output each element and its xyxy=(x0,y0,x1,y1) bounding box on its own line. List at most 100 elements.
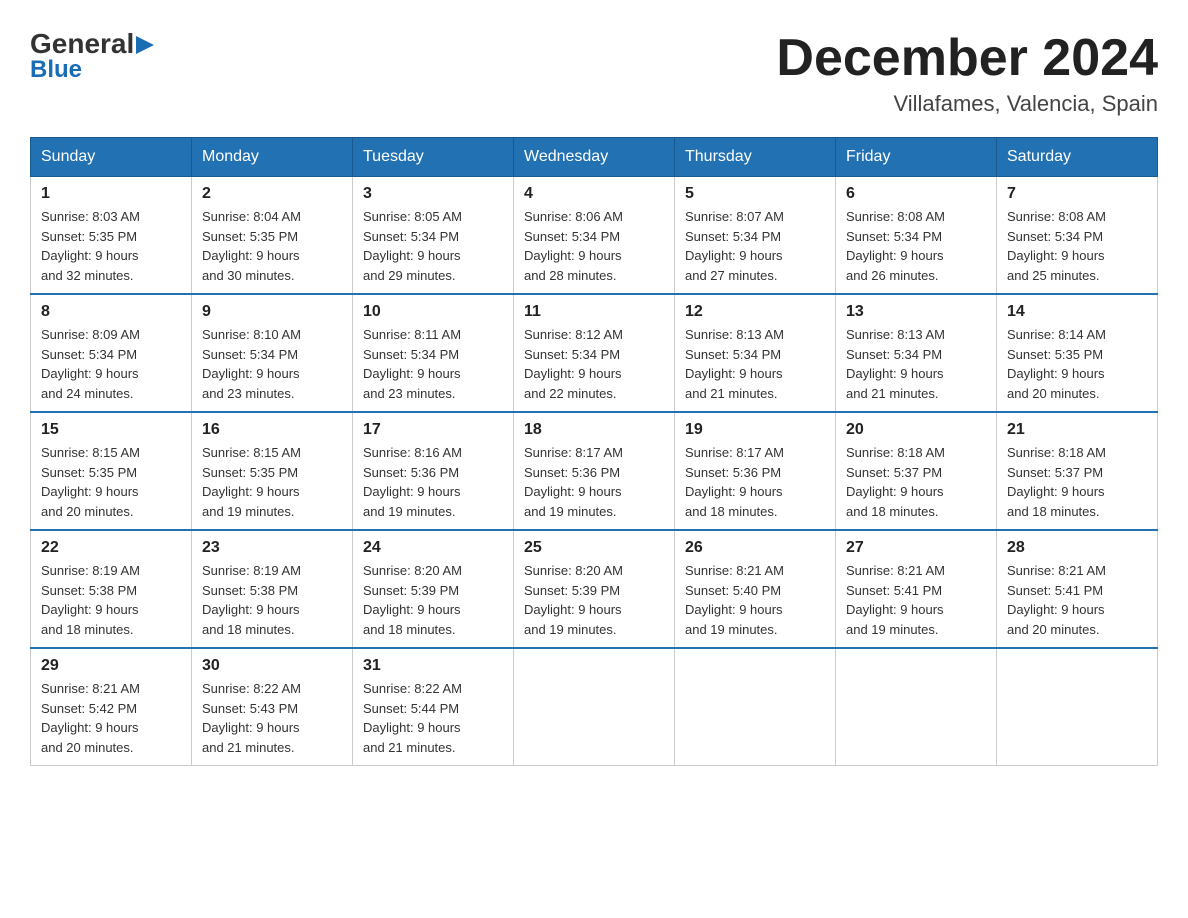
daylight-label: Daylight: 9 hours xyxy=(685,602,783,617)
sunrise-label: Sunrise: 8:11 AM xyxy=(363,327,461,342)
sunrise-label: Sunrise: 8:13 AM xyxy=(685,327,784,342)
sunset-label: Sunset: 5:34 PM xyxy=(202,347,298,362)
daylight-label: Daylight: 9 hours xyxy=(202,248,300,263)
day-number: 29 xyxy=(41,657,181,675)
table-row: 18 Sunrise: 8:17 AM Sunset: 5:36 PM Dayl… xyxy=(514,412,675,530)
table-row: 21 Sunrise: 8:18 AM Sunset: 5:37 PM Dayl… xyxy=(997,412,1158,530)
header-sunday: Sunday xyxy=(31,138,192,177)
table-row: 11 Sunrise: 8:12 AM Sunset: 5:34 PM Dayl… xyxy=(514,294,675,412)
daylight-label: Daylight: 9 hours xyxy=(846,248,944,263)
calendar-week-row: 29 Sunrise: 8:21 AM Sunset: 5:42 PM Dayl… xyxy=(31,648,1158,766)
sunrise-label: Sunrise: 8:20 AM xyxy=(524,563,623,578)
sunrise-label: Sunrise: 8:13 AM xyxy=(846,327,945,342)
day-number: 22 xyxy=(41,539,181,557)
table-row: 5 Sunrise: 8:07 AM Sunset: 5:34 PM Dayli… xyxy=(675,177,836,295)
sunrise-label: Sunrise: 8:04 AM xyxy=(202,209,301,224)
daylight-label: Daylight: 9 hours xyxy=(202,366,300,381)
day-info: Sunrise: 8:04 AM Sunset: 5:35 PM Dayligh… xyxy=(202,207,342,285)
daylight-label: Daylight: 9 hours xyxy=(1007,248,1105,263)
sunset-label: Sunset: 5:42 PM xyxy=(41,701,137,716)
day-info: Sunrise: 8:20 AM Sunset: 5:39 PM Dayligh… xyxy=(524,561,664,639)
daylight-label: Daylight: 9 hours xyxy=(363,720,461,735)
sunrise-label: Sunrise: 8:05 AM xyxy=(363,209,462,224)
day-number: 2 xyxy=(202,185,342,203)
day-info: Sunrise: 8:15 AM Sunset: 5:35 PM Dayligh… xyxy=(202,443,342,521)
table-row: 1 Sunrise: 8:03 AM Sunset: 5:35 PM Dayli… xyxy=(31,177,192,295)
day-number: 21 xyxy=(1007,421,1147,439)
calendar-week-row: 22 Sunrise: 8:19 AM Sunset: 5:38 PM Dayl… xyxy=(31,530,1158,648)
sunset-label: Sunset: 5:34 PM xyxy=(41,347,137,362)
day-info: Sunrise: 8:13 AM Sunset: 5:34 PM Dayligh… xyxy=(685,325,825,403)
sunrise-label: Sunrise: 8:15 AM xyxy=(202,445,301,460)
daylight-minutes: and 21 minutes. xyxy=(846,386,939,401)
day-number: 6 xyxy=(846,185,986,203)
table-row: 9 Sunrise: 8:10 AM Sunset: 5:34 PM Dayli… xyxy=(192,294,353,412)
day-number: 5 xyxy=(685,185,825,203)
day-info: Sunrise: 8:05 AM Sunset: 5:34 PM Dayligh… xyxy=(363,207,503,285)
day-info: Sunrise: 8:03 AM Sunset: 5:35 PM Dayligh… xyxy=(41,207,181,285)
day-info: Sunrise: 8:19 AM Sunset: 5:38 PM Dayligh… xyxy=(41,561,181,639)
table-row xyxy=(514,648,675,766)
daylight-label: Daylight: 9 hours xyxy=(202,602,300,617)
sunset-label: Sunset: 5:40 PM xyxy=(685,583,781,598)
table-row: 20 Sunrise: 8:18 AM Sunset: 5:37 PM Dayl… xyxy=(836,412,997,530)
day-info: Sunrise: 8:17 AM Sunset: 5:36 PM Dayligh… xyxy=(685,443,825,521)
table-row: 19 Sunrise: 8:17 AM Sunset: 5:36 PM Dayl… xyxy=(675,412,836,530)
day-info: Sunrise: 8:12 AM Sunset: 5:34 PM Dayligh… xyxy=(524,325,664,403)
sunset-label: Sunset: 5:38 PM xyxy=(202,583,298,598)
daylight-minutes: and 20 minutes. xyxy=(1007,622,1100,637)
day-info: Sunrise: 8:21 AM Sunset: 5:41 PM Dayligh… xyxy=(1007,561,1147,639)
calendar-week-row: 8 Sunrise: 8:09 AM Sunset: 5:34 PM Dayli… xyxy=(31,294,1158,412)
day-info: Sunrise: 8:14 AM Sunset: 5:35 PM Dayligh… xyxy=(1007,325,1147,403)
daylight-label: Daylight: 9 hours xyxy=(524,602,622,617)
logo-blue: Blue xyxy=(30,56,82,84)
sunset-label: Sunset: 5:37 PM xyxy=(846,465,942,480)
daylight-label: Daylight: 9 hours xyxy=(41,720,139,735)
sunset-label: Sunset: 5:37 PM xyxy=(1007,465,1103,480)
daylight-minutes: and 19 minutes. xyxy=(846,622,939,637)
daylight-label: Daylight: 9 hours xyxy=(524,484,622,499)
sunrise-label: Sunrise: 8:21 AM xyxy=(1007,563,1106,578)
title-block: December 2024 Villafames, Valencia, Spai… xyxy=(776,30,1158,117)
table-row: 26 Sunrise: 8:21 AM Sunset: 5:40 PM Dayl… xyxy=(675,530,836,648)
day-number: 24 xyxy=(363,539,503,557)
daylight-minutes: and 19 minutes. xyxy=(363,504,456,519)
day-number: 28 xyxy=(1007,539,1147,557)
sunrise-label: Sunrise: 8:09 AM xyxy=(41,327,140,342)
day-number: 20 xyxy=(846,421,986,439)
day-info: Sunrise: 8:19 AM Sunset: 5:38 PM Dayligh… xyxy=(202,561,342,639)
sunset-label: Sunset: 5:34 PM xyxy=(685,347,781,362)
day-info: Sunrise: 8:16 AM Sunset: 5:36 PM Dayligh… xyxy=(363,443,503,521)
sunset-label: Sunset: 5:35 PM xyxy=(202,465,298,480)
sunrise-label: Sunrise: 8:16 AM xyxy=(363,445,462,460)
sunset-label: Sunset: 5:41 PM xyxy=(1007,583,1103,598)
header-saturday: Saturday xyxy=(997,138,1158,177)
day-info: Sunrise: 8:13 AM Sunset: 5:34 PM Dayligh… xyxy=(846,325,986,403)
daylight-minutes: and 23 minutes. xyxy=(363,386,456,401)
day-number: 19 xyxy=(685,421,825,439)
daylight-label: Daylight: 9 hours xyxy=(524,366,622,381)
daylight-minutes: and 26 minutes. xyxy=(846,268,939,283)
day-info: Sunrise: 8:20 AM Sunset: 5:39 PM Dayligh… xyxy=(363,561,503,639)
day-number: 26 xyxy=(685,539,825,557)
sunset-label: Sunset: 5:43 PM xyxy=(202,701,298,716)
daylight-minutes: and 28 minutes. xyxy=(524,268,617,283)
sunset-label: Sunset: 5:36 PM xyxy=(685,465,781,480)
day-info: Sunrise: 8:06 AM Sunset: 5:34 PM Dayligh… xyxy=(524,207,664,285)
table-row: 16 Sunrise: 8:15 AM Sunset: 5:35 PM Dayl… xyxy=(192,412,353,530)
daylight-minutes: and 19 minutes. xyxy=(524,622,617,637)
day-info: Sunrise: 8:11 AM Sunset: 5:34 PM Dayligh… xyxy=(363,325,503,403)
sunrise-label: Sunrise: 8:18 AM xyxy=(846,445,945,460)
daylight-label: Daylight: 9 hours xyxy=(524,248,622,263)
daylight-label: Daylight: 9 hours xyxy=(363,602,461,617)
day-number: 15 xyxy=(41,421,181,439)
day-number: 18 xyxy=(524,421,664,439)
page-header: General Blue December 2024 Villafames, V… xyxy=(30,30,1158,117)
table-row: 13 Sunrise: 8:13 AM Sunset: 5:34 PM Dayl… xyxy=(836,294,997,412)
daylight-minutes: and 21 minutes. xyxy=(363,740,456,755)
sunrise-label: Sunrise: 8:21 AM xyxy=(846,563,945,578)
day-number: 9 xyxy=(202,303,342,321)
daylight-minutes: and 18 minutes. xyxy=(202,622,295,637)
sunrise-label: Sunrise: 8:06 AM xyxy=(524,209,623,224)
day-number: 1 xyxy=(41,185,181,203)
